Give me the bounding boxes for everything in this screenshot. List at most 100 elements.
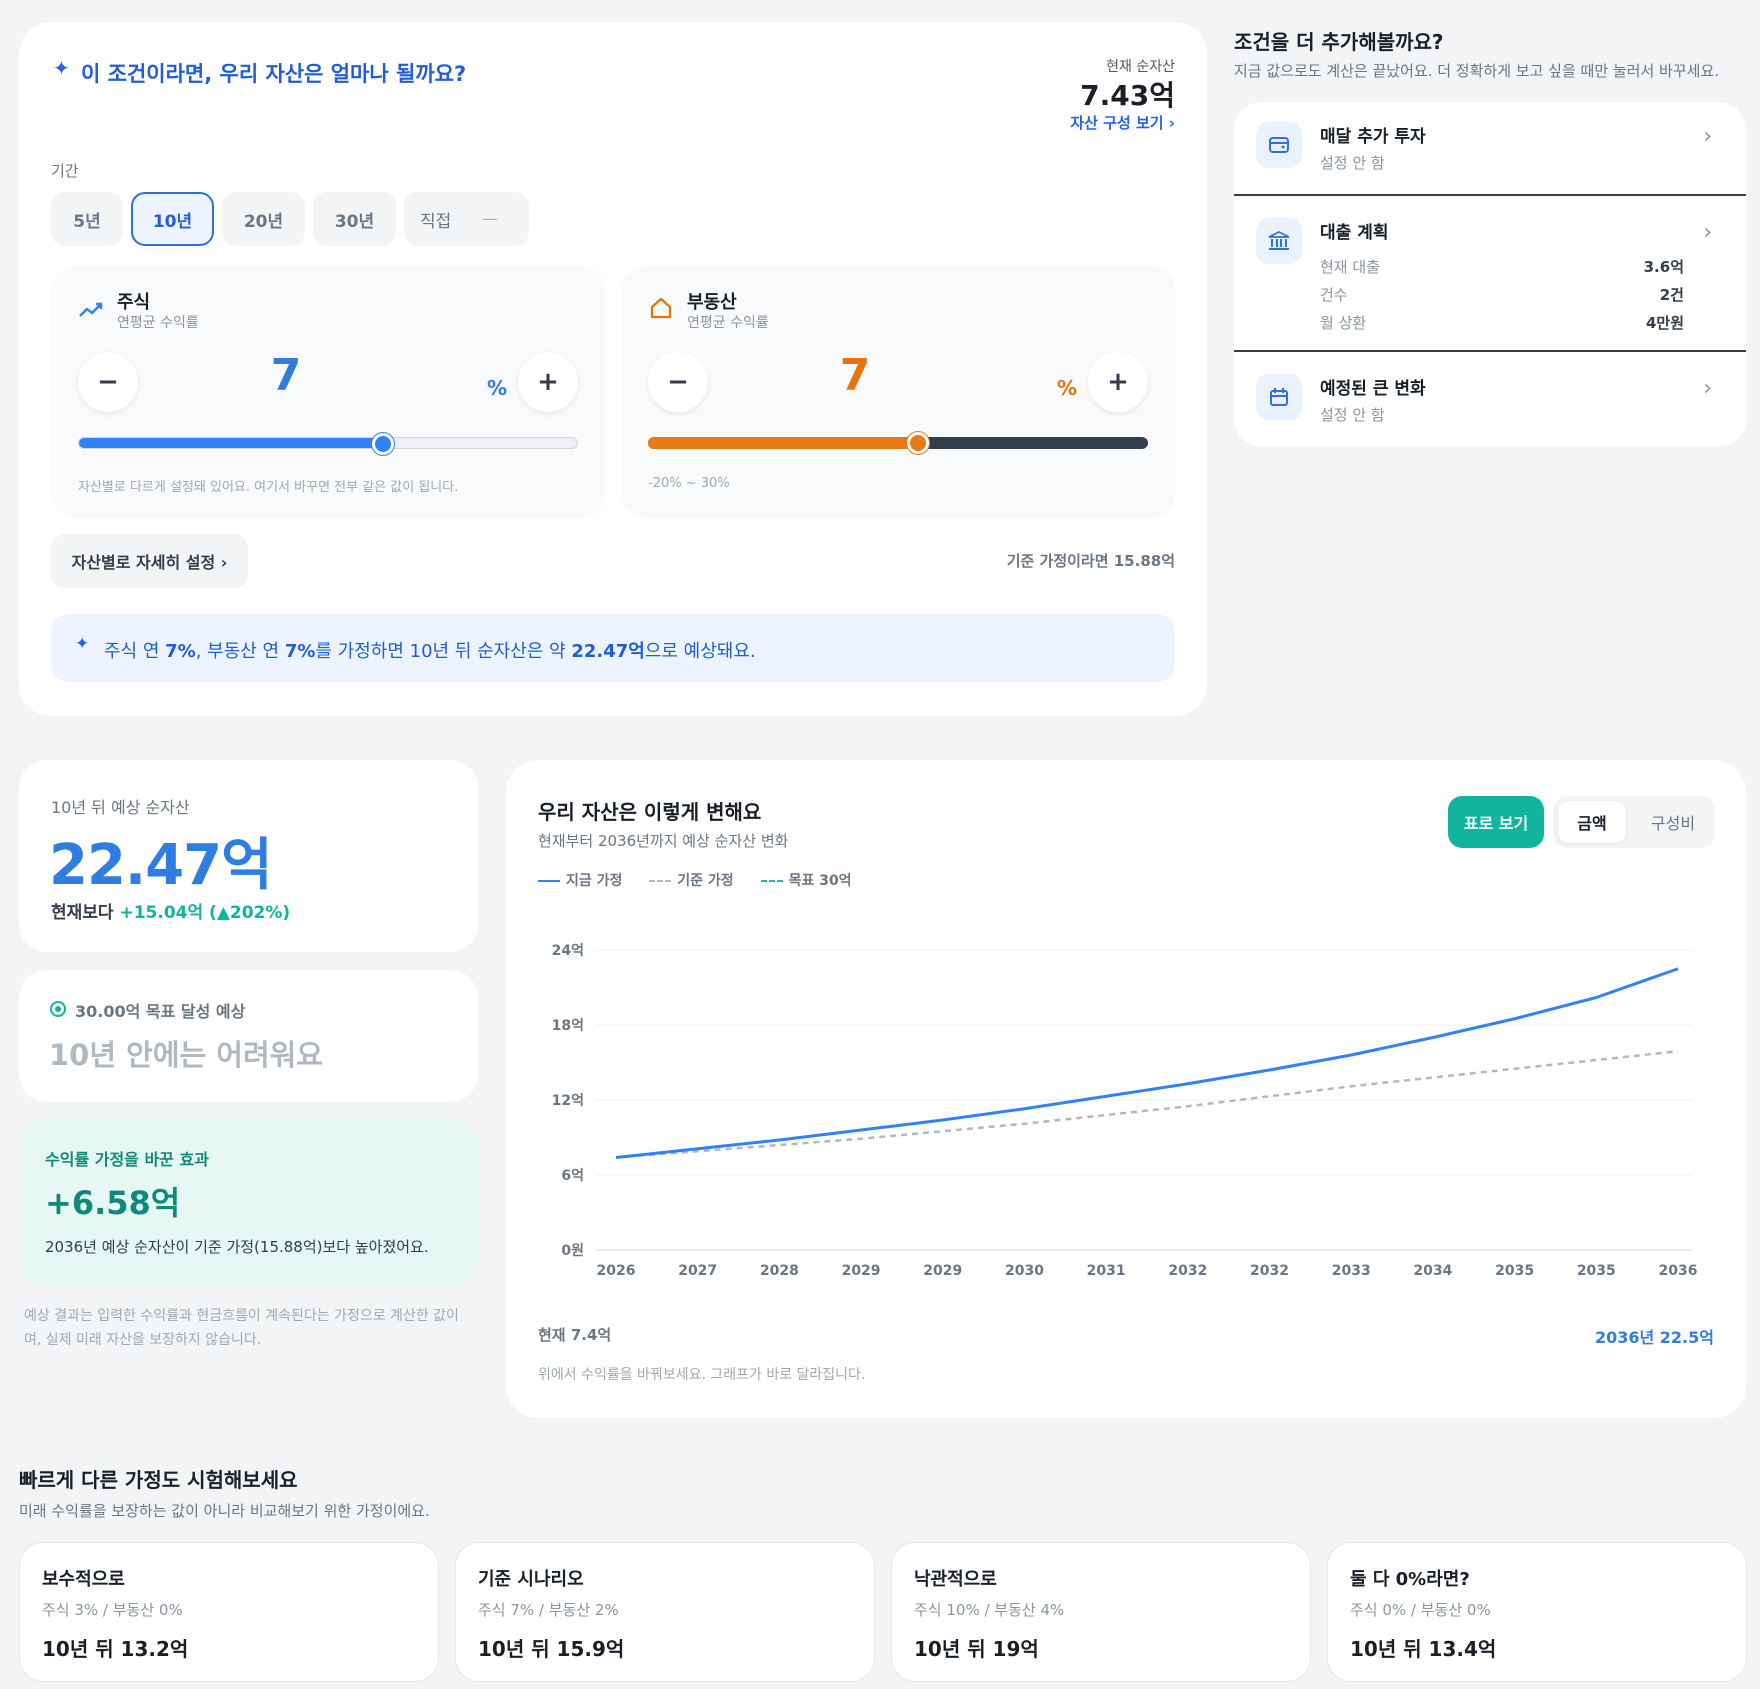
projected-change: 현재보다 +15.04억 (▲202%) (51, 898, 290, 923)
goal-card: 30.00억 목표 달성 예상 10년 안에는 어려워요 (19, 970, 478, 1102)
calendar-icon (1256, 374, 1302, 420)
x-tick-label: 2035 (1495, 1263, 1534, 1279)
projected-result-card: 10년 뒤 예상 순자산 22.47억 현재보다 +15.04억 (▲202%) (19, 760, 478, 952)
summary-part: 를 가정하면 10년 뒤 순자산은 약 (315, 641, 572, 662)
loan-row-label: 월 상환 (1320, 314, 1367, 332)
trend-up-icon (79, 302, 103, 317)
scenario-result: 10년 뒤 19억 (914, 1637, 1039, 1661)
scenarios-subtitle: 미래 수익률을 보장하는 값이 아니라 비교해보기 위한 가정이에요. (19, 1502, 430, 1520)
chart-footer-end: 2036년 22.5억 (1594, 1328, 1714, 1347)
realestate-increase-button[interactable]: + (1088, 352, 1148, 412)
scenario-assumption: 주식 3% / 부동산 0% (42, 1601, 183, 1619)
current-net-worth-label: 현재 순자산 (1106, 59, 1175, 75)
x-tick-label: 2034 (1413, 1263, 1452, 1279)
scenario-result: 10년 뒤 13.2억 (42, 1637, 189, 1661)
stock-increase-button[interactable]: + (518, 352, 578, 412)
goal-label: 30.00억 목표 달성 예상 (75, 1002, 246, 1021)
period-30y-button[interactable]: 30년 (313, 192, 396, 246)
target-icon (50, 1001, 66, 1017)
scenario-name: 기준 시나리오 (478, 1569, 584, 1590)
x-tick-label: 2028 (760, 1263, 799, 1279)
detail-settings-button[interactable]: 자산별로 자세히 설정 › (51, 534, 248, 588)
goal-status: 10년 안에는 어려워요 (49, 1038, 323, 1072)
sparkle-icon: ✦ (53, 56, 70, 80)
x-tick-label: 2031 (1087, 1263, 1126, 1279)
sparkle-icon: ✦ (75, 634, 90, 654)
loan-plan-row[interactable]: 대출 계획 현재 대출 3.6억 건수 2건 월 상환 4만원 › (1234, 198, 1746, 352)
y-tick-label: 18억 (552, 1018, 584, 1034)
stock-decrease-button[interactable]: − (78, 352, 138, 412)
mode-amount-tab[interactable]: 금액 (1558, 801, 1626, 843)
summary-text: 주식 연 7%, 부동산 연 7%를 가정하면 10년 뒤 순자산은 약 22.… (104, 637, 756, 663)
simulator-title: 이 조건이라면, 우리 자산은 얼마나 될까요? (81, 62, 467, 86)
stock-slider-thumb[interactable] (371, 433, 394, 455)
return-effect-card: 수익률 가정을 바꾼 효과 +6.58억 2036년 예상 순자산이 기준 가정… (19, 1118, 478, 1286)
legend-swatch (538, 880, 560, 882)
conditions-title: 조건을 더 추가해볼까요? (1234, 30, 1444, 54)
view-table-button[interactable]: 표로 보기 (1448, 796, 1544, 848)
scenarios-title: 빠르게 다른 가정도 시험해보세요 (19, 1468, 298, 1492)
return-effect-label: 수익률 가정을 바꾼 효과 (45, 1150, 209, 1169)
scenario-assumption: 주식 10% / 부동산 4% (914, 1601, 1065, 1619)
scenario-card[interactable]: 둘 다 0%라면? 주식 0% / 부동산 0% 10년 뒤 13.4억 (1327, 1542, 1747, 1682)
summary-part: 주식 연 (104, 641, 166, 662)
conditions-subtitle: 지금 값으로도 계산은 끝났어요. 더 정확하게 보고 싶을 때만 눌러서 바꾸… (1234, 62, 1720, 80)
realestate-return-value[interactable]: 7 (820, 350, 890, 401)
realestate-slider-fill (648, 437, 918, 449)
period-label: 기간 (51, 162, 79, 180)
realestate-return-card: 부동산 연평균 수익률 − 7 % + -20% ~ 30% (621, 266, 1176, 518)
chart-footer-start: 현재 7.4억 (538, 1326, 612, 1344)
stock-return-card: 주식 연평균 수익률 − 7 % + 자산별로 다르게 설정돼 있어요. 여기서… (51, 266, 606, 518)
y-tick-label: 12억 (552, 1093, 584, 1109)
scenario-assumption: 주식 7% / 부동산 2% (478, 1601, 619, 1619)
x-tick-label: 2030 (1005, 1263, 1044, 1279)
summary-realestate-rate: 7% (284, 641, 316, 662)
mode-ratio-tab[interactable]: 구성비 (1635, 801, 1711, 843)
realestate-slider-track[interactable] (648, 432, 1148, 454)
summary-banner: ✦ 주식 연 7%, 부동산 연 7%를 가정하면 10년 뒤 순자산은 약 2… (51, 614, 1175, 682)
scenario-name: 보수적으로 (42, 1569, 125, 1590)
scenario-assumption: 주식 0% / 부동산 0% (1350, 1601, 1491, 1619)
legend-swatch (760, 880, 783, 882)
x-tick-label: 2026 (597, 1263, 636, 1279)
scenario-name: 둘 다 0%라면? (1350, 1569, 1470, 1590)
current-net-worth-value: 7.43억 (1080, 79, 1175, 112)
period-custom-input[interactable]: — (481, 209, 498, 229)
realestate-slider-thumb[interactable] (907, 432, 929, 454)
stock-slider-track[interactable] (78, 433, 578, 455)
y-tick-label: 0원 (561, 1243, 584, 1259)
return-effect-value: +6.58억 (45, 1184, 181, 1222)
summary-projected-value: 22.47억 (571, 641, 645, 662)
legend-item: 기준 가정 (649, 873, 734, 889)
period-5y-button[interactable]: 5년 (51, 192, 123, 246)
chart-title: 우리 자산은 이렇게 변해요 (538, 800, 762, 824)
scenario-name: 낙관적으로 (914, 1569, 997, 1590)
planned-events-row[interactable]: 예정된 큰 변화 설정 안 함 › (1234, 354, 1746, 447)
period-10y-button[interactable]: 10년 (131, 192, 214, 246)
summary-part: , 부동산 연 (195, 641, 285, 662)
realestate-sublabel: 연평균 수익률 (687, 315, 769, 331)
projected-change-value: +15.04억 (▲202%) (119, 903, 291, 923)
scenario-card[interactable]: 보수적으로 주식 3% / 부동산 0% 10년 뒤 13.2억 (19, 1542, 439, 1682)
monthly-investment-title: 매달 추가 투자 (1320, 127, 1426, 147)
projected-result-label: 10년 뒤 예상 순자산 (51, 798, 190, 817)
scenario-card[interactable]: 낙관적으로 주식 10% / 부동산 4% 10년 뒤 19억 (891, 1542, 1311, 1682)
monthly-investment-status: 설정 안 함 (1320, 154, 1385, 172)
scenario-card[interactable]: 기준 시나리오 주식 7% / 부동산 2% 10년 뒤 15.9억 (455, 1542, 875, 1682)
chart-legend: 지금 가정 기준 가정 목표 30억 (538, 870, 852, 890)
stock-unit: % (487, 376, 508, 400)
asset-composition-link[interactable]: 자산 구성 보기 › (1070, 112, 1175, 133)
x-tick-label: 2027 (678, 1263, 717, 1279)
stock-return-value[interactable]: 7 (251, 350, 321, 401)
x-tick-label: 2035 (1577, 1263, 1616, 1279)
summary-part: 으로 예상돼요. (644, 641, 756, 662)
realestate-unit: % (1057, 376, 1078, 400)
bank-icon (1256, 218, 1302, 264)
realestate-range-note: -20% ~ 30% (648, 476, 730, 491)
period-20y-button[interactable]: 20년 (222, 192, 305, 246)
period-custom-button[interactable]: 직접 — (404, 192, 529, 246)
realestate-decrease-button[interactable]: − (648, 352, 708, 412)
x-tick-label: 2029 (923, 1263, 962, 1279)
y-tick-label: 24억 (552, 943, 584, 959)
monthly-investment-row[interactable]: 매달 추가 투자 설정 안 함 › (1234, 102, 1746, 196)
